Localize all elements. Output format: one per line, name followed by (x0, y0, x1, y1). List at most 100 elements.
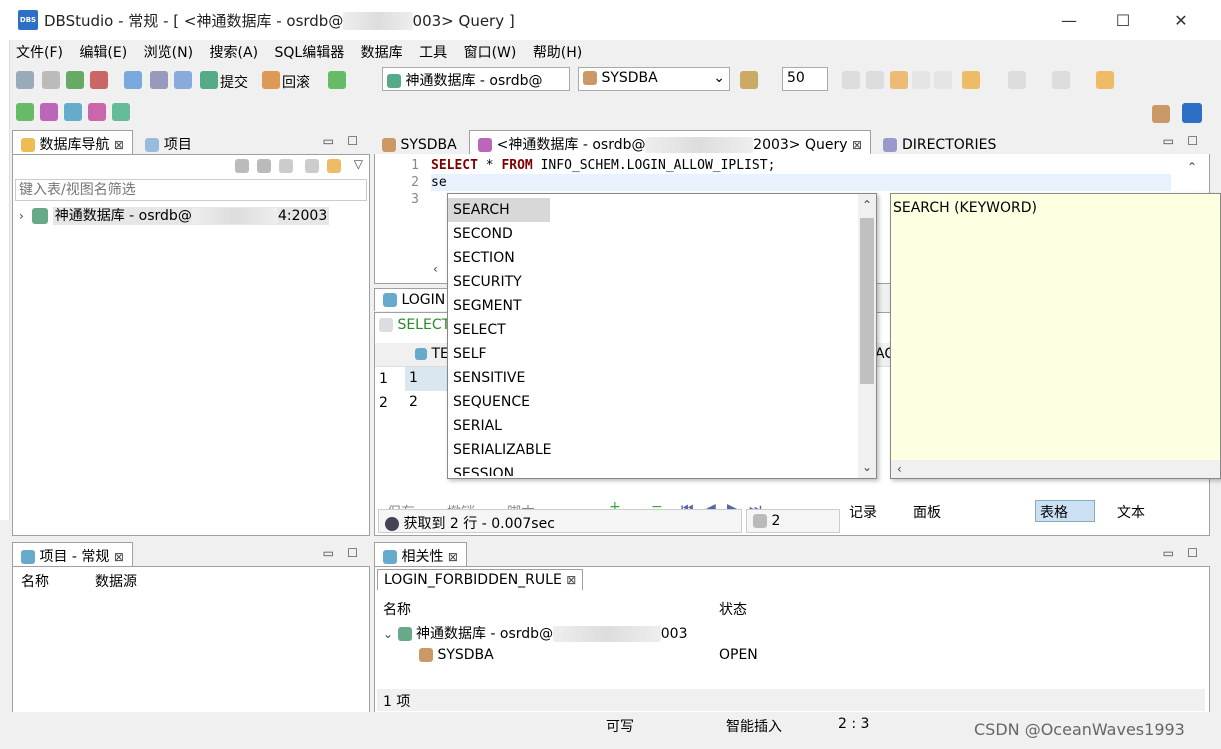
menu-help[interactable]: 帮助(H) (527, 40, 588, 64)
autocomplete-item[interactable]: SENSITIVE (448, 366, 858, 390)
link-editor-icon[interactable] (327, 159, 341, 173)
menu-search[interactable]: 搜索(A) (204, 40, 265, 64)
rollback-button[interactable]: 回滚 (282, 72, 310, 92)
autocomplete-item[interactable]: SEGMENT (448, 294, 858, 318)
autocomplete-item[interactable]: SECTION (448, 246, 858, 270)
minimize-panel-icon[interactable]: ▭ (1163, 546, 1174, 560)
panel-button[interactable]: 面板 (913, 502, 941, 522)
next-annotation-icon[interactable] (1008, 71, 1026, 89)
transaction-mode-icon[interactable] (328, 71, 346, 89)
save-icon[interactable] (842, 71, 860, 89)
commit-icon[interactable] (200, 71, 218, 89)
autocomplete-item[interactable]: SELECT (448, 318, 858, 342)
autocomplete-item[interactable]: SEQUENCE (448, 390, 858, 414)
dbs-perspective-icon[interactable] (1182, 103, 1202, 123)
menu-edit[interactable]: 编辑(E) (73, 40, 133, 64)
tab-query[interactable]: <神通数据库 - osrdb@██████████2003> Query ⊠ (469, 130, 872, 157)
autocomplete-item[interactable]: SERIAL (448, 414, 858, 438)
autocomplete-item[interactable]: SERIALIZABLE (448, 438, 858, 462)
scroll-left-icon[interactable]: ‹ (433, 262, 438, 276)
chevron-down-icon[interactable]: ⌄ (383, 627, 393, 641)
tree-item-connection[interactable]: › 神通数据库 - osrdb@████████4:2003 (19, 205, 330, 225)
autocomplete-item[interactable]: SECOND (448, 222, 858, 246)
undo-icon[interactable] (890, 71, 908, 89)
tab-sysdba[interactable]: SYSDBA (374, 134, 465, 156)
close-icon[interactable]: ⊠ (448, 550, 458, 564)
refresh-icon[interactable] (66, 71, 84, 89)
autocomplete-scrollbar[interactable]: ⌃ ⌄ (858, 194, 876, 478)
chevron-right-icon[interactable]: › (19, 209, 24, 223)
menu-file[interactable]: 文件(F) (10, 40, 69, 64)
rollback-icon[interactable] (262, 71, 280, 89)
tab-project-general[interactable]: 项目 - 常规 ⊠ (12, 542, 133, 569)
scroll-up-icon[interactable]: ⌃ (862, 198, 872, 212)
autocomplete-item[interactable]: SECURITY (448, 270, 858, 294)
close-icon[interactable]: ⊠ (114, 138, 124, 152)
view-menu-icon[interactable]: ▽ (354, 157, 363, 171)
close-button[interactable]: ✕ (1152, 0, 1210, 40)
menu-window[interactable]: 窗口(W) (458, 40, 523, 64)
menu-database[interactable]: 数据库 (355, 40, 409, 64)
commit-button[interactable]: 提交 (220, 72, 248, 92)
code-area[interactable]: SELECT * FROM INFO_SCHEM.LOGIN_ALLOW_IPL… (431, 157, 1171, 191)
tab-database-navigator[interactable]: 数据库导航 ⊠ (12, 130, 133, 157)
schema-combo[interactable]: SYSDBA ⌄ (578, 67, 730, 91)
disconnect-icon[interactable] (42, 71, 60, 89)
maximize-panel-icon[interactable]: ☐ (1187, 546, 1198, 560)
connect-icon[interactable] (235, 159, 249, 173)
tab-directories[interactable]: DIRECTORIES (875, 134, 1004, 156)
last-edit-icon[interactable] (1096, 71, 1114, 89)
autocomplete-item[interactable]: SEARCH (448, 198, 550, 222)
autocomplete-item[interactable]: SESSION (448, 462, 858, 476)
new-script-icon[interactable] (124, 71, 142, 89)
navigate-icon[interactable] (934, 71, 952, 89)
load-icon[interactable] (112, 103, 130, 121)
redo-icon[interactable] (912, 71, 930, 89)
close-icon[interactable]: ⊠ (566, 573, 576, 587)
text-view-button[interactable]: 文本 (1117, 502, 1145, 522)
execute-icon[interactable] (16, 103, 34, 121)
detail-scrollbar[interactable]: ‹ (891, 460, 1220, 478)
tree-row-user[interactable]: SYSDBA (419, 647, 494, 663)
navigator-filter-input[interactable] (15, 179, 367, 201)
maximize-button[interactable]: ☐ (1094, 0, 1152, 40)
collapse-all-icon[interactable] (305, 159, 319, 173)
format-icon[interactable] (866, 71, 884, 89)
tab-related[interactable]: 相关性 ⊠ (374, 542, 467, 569)
tab-results[interactable]: LOGIN (374, 288, 455, 311)
maximize-panel-icon[interactable]: ☐ (1187, 134, 1198, 148)
tree-row-connection[interactable]: ⌄ 神通数据库 - osrdb@██████████003 (383, 623, 687, 643)
scroll-down-icon[interactable]: ⌄ (862, 460, 872, 474)
scrollbar-thumb[interactable] (860, 218, 874, 384)
filter-icon[interactable] (279, 159, 293, 173)
invalidate-icon[interactable] (90, 71, 108, 89)
maximize-panel-icon[interactable]: ☐ (347, 546, 358, 560)
export-icon[interactable] (88, 103, 106, 121)
menu-tools[interactable]: 工具 (413, 40, 453, 64)
result-limit-input[interactable]: 50 (782, 67, 828, 91)
close-icon[interactable]: ⊠ (852, 138, 862, 152)
execute-script-icon[interactable] (40, 103, 58, 121)
menu-sql-editor[interactable]: SQL编辑器 (269, 40, 351, 64)
maximize-panel-icon[interactable]: ☐ (347, 134, 358, 148)
minimize-panel-icon[interactable]: ▭ (323, 134, 334, 148)
minimize-panel-icon[interactable]: ▭ (323, 546, 334, 560)
pin-icon[interactable] (962, 71, 980, 89)
recent-script-icon[interactable] (174, 71, 192, 89)
autocomplete-item[interactable]: SELF (448, 342, 858, 366)
minimize-button[interactable]: — (1040, 0, 1098, 40)
record-button[interactable]: 记录 (849, 502, 877, 522)
column-header[interactable]: TE (415, 346, 449, 362)
menu-browse[interactable]: 浏览(N) (138, 40, 199, 64)
prev-annotation-icon[interactable] (1052, 71, 1070, 89)
tab-login-forbidden-rule[interactable]: LOGIN_FORBIDDEN_RULE ⊠ (377, 569, 584, 590)
refresh-icon[interactable] (753, 514, 767, 528)
scroll-up-icon[interactable]: ⌃ (1187, 160, 1197, 174)
connect-icon[interactable] (16, 71, 34, 89)
open-perspective-icon[interactable] (1152, 105, 1170, 123)
close-icon[interactable]: ⊠ (114, 550, 124, 564)
grid-view-button[interactable]: 表格 (1035, 500, 1095, 522)
new-connection-icon[interactable] (257, 159, 271, 173)
result-limit-icon[interactable] (740, 71, 758, 89)
minimize-panel-icon[interactable]: ▭ (1163, 134, 1174, 148)
